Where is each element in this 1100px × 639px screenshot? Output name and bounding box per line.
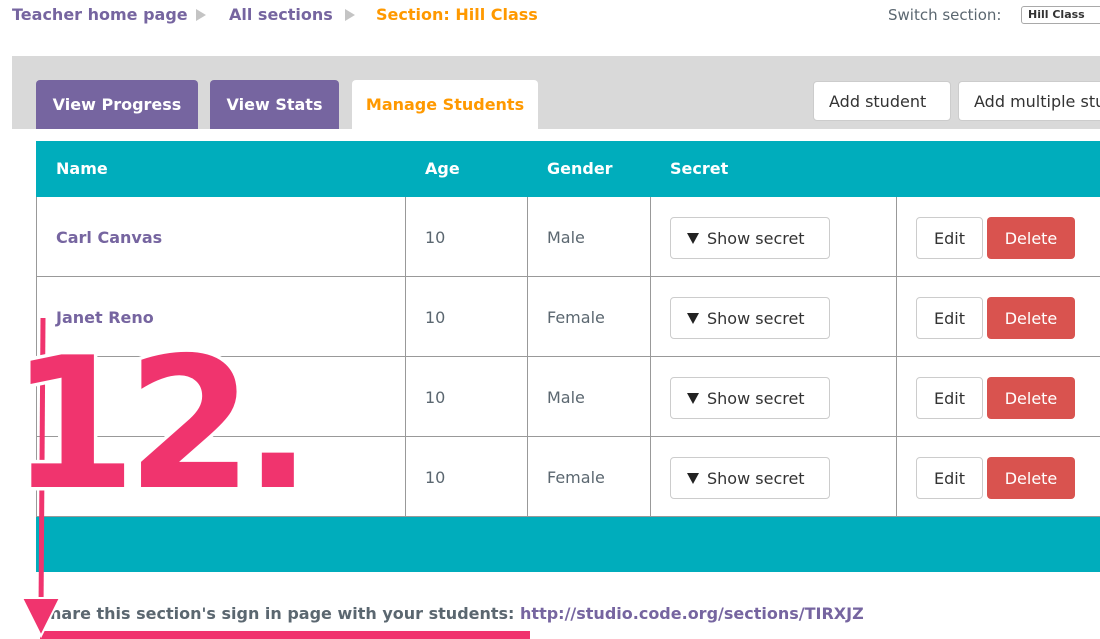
arrow-down-icon bbox=[20, 597, 62, 639]
step-annotation-overlay: 12. bbox=[7, 315, 316, 639]
step-number: 12. bbox=[10, 318, 302, 530]
